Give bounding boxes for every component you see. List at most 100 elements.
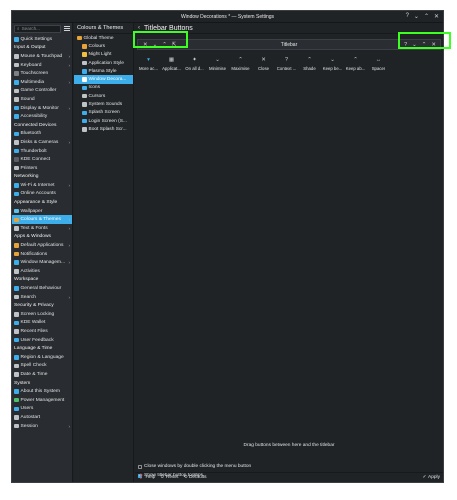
chevron-right-icon: › <box>68 79 71 85</box>
hamburger-menu-icon[interactable] <box>63 25 70 32</box>
sidebar-item-screen-locking[interactable]: Screen Locking <box>12 310 72 319</box>
minimise-icon[interactable]: ⌄ <box>414 13 419 20</box>
chevron-right-icon: › <box>68 182 71 188</box>
sidebar-item-keyboard[interactable]: Keyboard › <box>12 61 72 70</box>
sidebar-item-about-this-system[interactable]: About this System <box>12 387 72 396</box>
sidebar-item-quick-settings[interactable]: Quick Settings <box>12 35 72 44</box>
sidebar-item-autostart[interactable]: Autostart <box>12 413 72 422</box>
maximise-icon[interactable]: ⌃ <box>424 13 429 20</box>
sidebar-item-wi-fi-internet[interactable]: Wi-Fi & Internet › <box>12 181 72 190</box>
sidebar-item-activities[interactable]: Activities <box>12 267 72 276</box>
sidebar-item-label: Recent Files <box>20 328 48 334</box>
themes-item-system-sounds[interactable]: System Sounds <box>74 100 133 108</box>
sidebar-item-default-applications[interactable]: Default Applications › <box>12 241 72 250</box>
sidebar-item-label: Wi-Fi & Internet <box>20 182 55 188</box>
close-double-click-checkbox[interactable]: Close windows by double clicking the men… <box>138 464 251 469</box>
sidebar-item-label: Accessibility <box>20 114 48 120</box>
available-button-keep-above[interactable]: ⌃ Keep ab... <box>344 56 367 78</box>
close-icon[interactable]: ✕ <box>431 42 436 48</box>
themes-item-cursors[interactable]: Cursors <box>74 92 133 100</box>
sidebar-item-date-time[interactable]: Date & Time <box>12 370 72 379</box>
sidebar-item-display-monitor[interactable]: Display & Monitor › <box>12 104 72 113</box>
sidebar-item-general-behaviour[interactable]: General Behaviour <box>12 284 72 293</box>
themes-item-splash-screen[interactable]: Splash Screen <box>74 109 133 117</box>
sidebar-item-users[interactable]: Users <box>12 405 72 414</box>
sidebar-item-thunderbolt[interactable]: Thunderbolt <box>12 147 72 156</box>
available-button-close[interactable]: ✕ Close <box>252 56 275 78</box>
themes-item-login-screen-s[interactable]: Login Screen (S... <box>74 117 133 125</box>
maximise-icon[interactable]: ⌃ <box>422 42 427 48</box>
sidebar-item-spell-check[interactable]: Spell Check <box>12 362 72 371</box>
sidebar-item-wallpaper[interactable]: Wallpaper <box>12 207 72 216</box>
sidebar-item-region-language[interactable]: Region & Language <box>12 353 72 362</box>
sidebar-item-text-fonts[interactable]: Text & Fonts › <box>12 224 72 233</box>
available-button-on-all-desktops[interactable]: ✦ On all d... <box>183 56 206 78</box>
themes-item-plasma-style[interactable]: Plasma Style <box>74 67 133 75</box>
sidebar-item-mouse-touchpad[interactable]: Mouse & Touchpad › <box>12 52 72 61</box>
wifi-icon <box>14 183 19 188</box>
printer-icon <box>14 165 19 171</box>
sidebar-item-recent-files[interactable]: Recent Files <box>12 327 72 336</box>
available-button-maximise[interactable]: ⌃ Maximise <box>229 56 252 78</box>
sidebar-item-search[interactable]: Search › <box>12 293 72 302</box>
context-help-icon[interactable]: ? <box>406 13 409 20</box>
sidebar-item-session[interactable]: Session › <box>12 422 72 431</box>
available-button-more-actions[interactable]: ▾ More ac... <box>137 56 160 78</box>
close-icon[interactable]: ✕ <box>434 13 439 20</box>
help-button[interactable]: ❓ Help <box>138 475 155 480</box>
themes-item-night-light[interactable]: Night Light <box>74 51 133 59</box>
keep-above-icon[interactable]: ⇱ <box>172 42 177 48</box>
context-help-icon[interactable]: ? <box>404 42 407 48</box>
checkbox-box[interactable] <box>138 464 142 469</box>
sidebar-item-notifications[interactable]: Notifications <box>12 250 72 259</box>
minimise-icon[interactable]: ⌄ <box>153 42 158 48</box>
close-icon[interactable]: ✕ <box>143 42 148 48</box>
sidebar-item-kde-wallet[interactable]: KDE Wallet <box>12 319 72 328</box>
back-icon[interactable]: ‹ <box>138 25 140 31</box>
themes-item-icons[interactable]: Icons <box>74 84 133 92</box>
themes-item-label: Splash Screen <box>88 110 120 116</box>
sidebar-item-label: About this System <box>20 389 60 395</box>
default-apps-icon <box>14 243 19 248</box>
sidebar-list: Quick Settings Input & Output Mouse & Touc… <box>12 34 72 430</box>
available-button-keep-below[interactable]: ⌄ Keep be... <box>321 56 344 78</box>
window-titlebar[interactable]: Window Decorations * — System Settings ?… <box>12 11 443 23</box>
sidebar-item-accessibility[interactable]: Accessibility <box>12 112 72 121</box>
minimise-icon[interactable]: ⌄ <box>412 42 417 48</box>
sidebar-item-kde-connect[interactable]: KDE Connect <box>12 155 72 164</box>
available-button-application-menu[interactable]: ▦ Applicat... <box>160 56 183 78</box>
available-button-shade[interactable]: ⌃ Shade <box>298 56 321 78</box>
sidebar-item-multimedia[interactable]: Multimedia › <box>12 78 72 87</box>
search-input[interactable]: ⌕ Search... <box>14 24 61 33</box>
themes-item-boot-splash-scr[interactable]: Boot Splash Scr... <box>74 125 133 133</box>
available-button-context-help[interactable]: ? Context ... <box>275 56 298 78</box>
titlebar-preview[interactable]: ✕ ⌄ ⌃ ⇱ Titlebar ? ⌄ ⌃ ✕ <box>137 39 441 50</box>
sidebar-item-label: Mouse & Touchpad <box>20 53 63 59</box>
chevron-right-icon: › <box>68 53 71 59</box>
sidebar-item-disks-cameras[interactable]: Disks & Cameras › <box>12 138 72 147</box>
themes-item-window-decora[interactable]: Window Decora... <box>74 75 133 84</box>
sidebar-item-colours-themes[interactable]: Colours & Themes › <box>12 215 72 225</box>
sidebar-item-online-accounts[interactable]: Online Accounts <box>12 190 72 199</box>
themes-item-application-style[interactable]: Application Style <box>74 59 133 67</box>
maximise-icon[interactable]: ⌃ <box>162 42 167 48</box>
sidebar-item-touchscreen[interactable]: Touchscreen <box>12 69 72 78</box>
sidebar-item-game-controller[interactable]: Game Controller <box>12 87 72 96</box>
sidebar-item-sound[interactable]: Sound <box>12 95 72 104</box>
available-button-spacer[interactable]: ↔ Spacer <box>367 56 390 78</box>
sidebar-item-bluetooth[interactable]: Bluetooth <box>12 130 72 139</box>
themes-item-colours[interactable]: Colours <box>74 42 133 50</box>
defaults-button[interactable]: ⟲ Defaults <box>183 475 206 480</box>
available-button-minimise[interactable]: ⌄ Minimise <box>206 56 229 78</box>
sidebar-item-user-feedback[interactable]: User Feedback <box>12 336 72 345</box>
apply-button[interactable]: ✓ Apply <box>422 475 440 480</box>
themes-item-global-theme[interactable]: Global Theme <box>74 34 133 42</box>
sidebar-item-printers[interactable]: Printers <box>12 164 72 173</box>
sidebar-item-label: Date & Time <box>20 371 48 377</box>
icons-icon <box>82 85 87 91</box>
sidebar-item-power-management[interactable]: Power Management <box>12 396 72 405</box>
available-button-label: Maximise <box>231 66 250 71</box>
reset-button[interactable]: ↺ Reset <box>160 475 178 480</box>
sidebar-item-window-managem[interactable]: Window Managem... › <box>12 258 72 267</box>
window-management-icon <box>14 260 19 265</box>
